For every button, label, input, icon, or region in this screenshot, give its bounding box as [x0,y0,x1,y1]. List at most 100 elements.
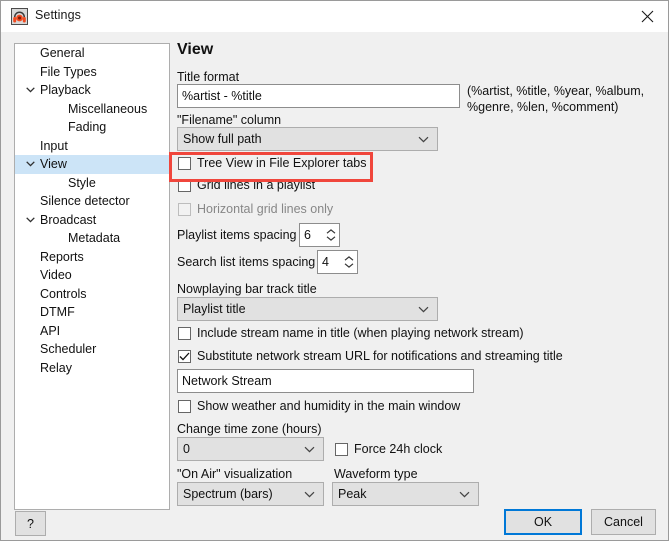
sidebar-item-style[interactable]: Style [15,174,169,193]
waveform-type-value: Peak [338,487,367,501]
substitute-stream-url-checkbox-row[interactable]: Substitute network stream URL for notifi… [178,349,563,363]
sidebar-item-label: DTMF [40,305,75,319]
search-spacing-value: 4 [322,255,329,269]
substitute-stream-url-checkbox[interactable] [178,349,191,363]
filename-column-label: "Filename" column [177,113,282,127]
title-format-input[interactable]: %artist - %title [177,84,460,108]
nowplaying-select[interactable]: Playlist title [177,297,438,321]
sidebar-item-miscellaneous[interactable]: Miscellaneous [15,100,169,119]
page-title: View [177,41,214,58]
force-24h-clock-label: Force 24h clock [354,442,443,456]
show-weather-checkbox[interactable] [178,399,191,413]
help-button[interactable]: ? [15,511,46,536]
sidebar-item-label: Broadcast [40,212,97,227]
timezone-label: Change time zone (hours) [177,422,322,436]
close-icon[interactable] [624,1,668,32]
grid-lines-label: Grid lines in a playlist [197,178,316,192]
cancel-button[interactable]: Cancel [591,509,656,535]
network-stream-input[interactable]: Network Stream [177,369,474,393]
dialog-content: General File Types Playback Miscellaneou… [1,32,668,540]
force-24h-clock-checkbox[interactable] [335,442,348,456]
filename-column-select[interactable]: Show full path [177,127,438,151]
stepper-arrows-icon[interactable] [322,224,339,246]
sidebar-item-api[interactable]: API [15,322,169,341]
chevron-down-icon [304,438,315,460]
sidebar-item-view[interactable]: View [15,155,169,174]
show-weather-label: Show weather and humidity in the main wi… [197,399,461,413]
sidebar-item-input[interactable]: Input [15,137,169,156]
waveform-type-label: Waveform type [334,467,418,481]
sidebar-item-label: View [40,157,67,171]
sidebar-item-broadcast[interactable]: Broadcast [15,211,169,230]
onair-visualization-label: "On Air" visualization [177,467,293,481]
sidebar-item-file-types[interactable]: File Types [15,63,169,82]
sidebar-item-label: API [40,323,61,338]
title-format-hint-line1: (%artist, %title, %year, %album, [467,84,645,98]
sidebar-item-dtmf[interactable]: DTMF [15,303,169,322]
nowplaying-label: Nowplaying bar track title [177,282,317,296]
tree-view-label: Tree View in File Explorer tabs [197,156,367,170]
settings-window: Settings General File Types Playback Mis… [0,0,669,541]
playlist-spacing-label: Playlist items spacing [177,228,297,242]
sidebar-item-label: Relay [40,360,72,375]
sidebar-item-video[interactable]: Video [15,266,169,285]
grid-lines-checkbox[interactable] [178,178,191,192]
title-format-label: Title format [177,70,240,84]
sidebar-item-silence-detector[interactable]: Silence detector [15,192,169,211]
sidebar-item-label: Metadata [68,231,121,245]
sidebar-item-label: Input [40,138,68,153]
waveform-type-select[interactable]: Peak [332,482,479,506]
sidebar-item-label: Video [40,268,72,282]
search-spacing-stepper[interactable]: 4 [317,250,358,274]
sidebar-item-general[interactable]: General [15,44,169,63]
sidebar-item-playback[interactable]: Playback [15,81,169,100]
playlist-spacing-value: 6 [304,228,311,242]
horizontal-grid-lines-checkbox-row: Horizontal grid lines only [178,202,333,216]
chevron-down-icon [418,128,429,150]
force-24h-clock-checkbox-row[interactable]: Force 24h clock [335,442,442,456]
include-stream-name-checkbox-row[interactable]: Include stream name in title (when playi… [178,326,524,340]
sidebar-item-label: Scheduler [40,342,97,356]
sidebar-item-label: Silence detector [40,194,130,208]
sidebar-item-fading[interactable]: Fading [15,118,169,137]
sidebar-item-label: Reports [40,249,84,264]
timezone-value: 0 [183,442,190,456]
sidebar-item-label: Style [68,175,96,190]
search-spacing-label: Search list items spacing [177,255,316,269]
tree-view-checkbox[interactable] [178,156,191,170]
show-weather-checkbox-row[interactable]: Show weather and humidity in the main wi… [178,399,460,413]
sidebar-item-controls[interactable]: Controls [15,285,169,304]
sidebar-item-label: Playback [40,83,91,97]
view-settings-panel: View Title format %artist - %title (%art… [177,32,668,540]
chevron-down-icon [418,298,429,320]
sidebar-item-metadata[interactable]: Metadata [15,229,169,248]
grid-lines-checkbox-row[interactable]: Grid lines in a playlist [178,178,315,192]
horizontal-grid-lines-label: Horizontal grid lines only [197,202,334,216]
settings-category-tree[interactable]: General File Types Playback Miscellaneou… [14,43,170,510]
headphones-icon [11,8,28,25]
sidebar-item-label: File Types [40,64,97,79]
onair-visualization-select[interactable]: Spectrum (bars) [177,482,324,506]
sidebar-item-label: Controls [40,286,87,301]
filename-column-value: Show full path [183,132,262,146]
tree-view-checkbox-row[interactable]: Tree View in File Explorer tabs [178,156,367,170]
chevron-down-icon [304,483,315,505]
include-stream-name-checkbox[interactable] [178,326,191,340]
substitute-stream-url-label: Substitute network stream URL for notifi… [197,349,563,363]
sidebar-item-label: General [40,46,85,60]
sidebar-item-label: Fading [68,120,107,134]
title-bar: Settings [1,1,668,33]
window-title: Settings [35,8,81,22]
include-stream-name-label: Include stream name in title (when playi… [197,326,524,340]
playlist-spacing-stepper[interactable]: 6 [299,223,340,247]
stepper-arrows-icon[interactable] [340,251,357,273]
sidebar-item-scheduler[interactable]: Scheduler [15,340,169,359]
horizontal-grid-lines-checkbox [178,202,191,216]
chevron-down-icon [459,483,470,505]
sidebar-item-label: Miscellaneous [68,101,148,116]
sidebar-item-relay[interactable]: Relay [15,359,169,378]
timezone-select[interactable]: 0 [177,437,324,461]
sidebar-item-reports[interactable]: Reports [15,248,169,267]
title-format-hint-line2: %genre, %len, %comment) [467,100,619,114]
ok-button[interactable]: OK [504,509,582,535]
